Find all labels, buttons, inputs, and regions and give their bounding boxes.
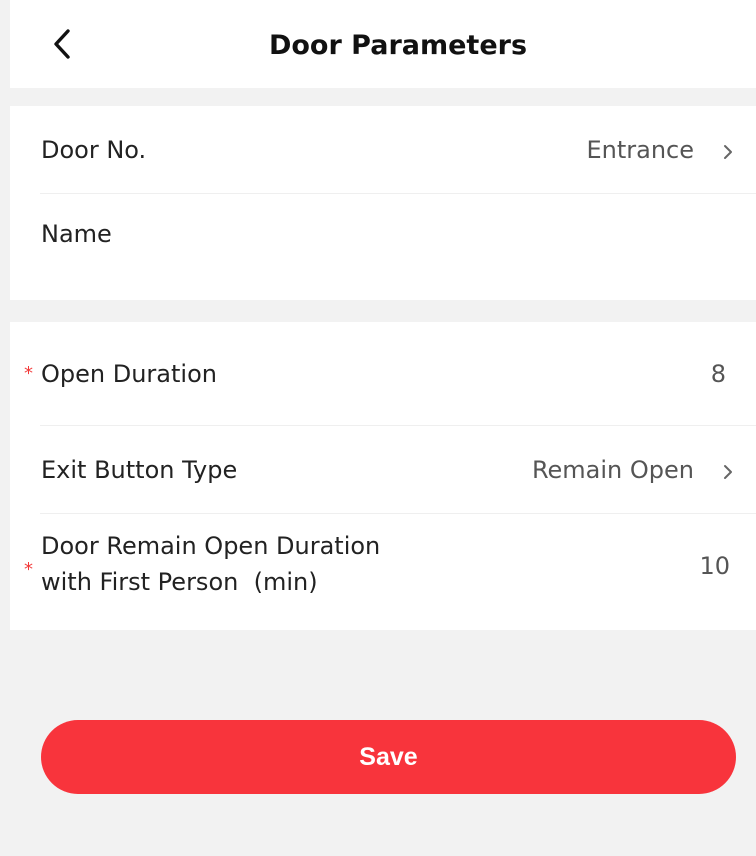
open-duration-value[interactable]: 8 xyxy=(711,360,726,388)
door-info-section: Door No. Entrance Name xyxy=(10,106,756,300)
door-no-value: Entrance xyxy=(586,136,694,164)
door-no-label: Door No. xyxy=(41,136,147,164)
page: Door Parameters Door No. Entrance Name *… xyxy=(10,0,756,856)
first-person-duration-label-line2: with First Person (min) xyxy=(41,568,318,596)
door-no-row[interactable]: Door No. Entrance xyxy=(10,106,756,194)
door-settings-section: * Open Duration 8 Exit Button Type Remai… xyxy=(10,322,756,630)
name-label: Name xyxy=(41,220,112,248)
save-button[interactable]: Save xyxy=(41,720,736,794)
first-person-duration-label-line1: Door Remain Open Duration xyxy=(41,532,381,560)
required-marker: * xyxy=(24,559,33,580)
exit-button-type-value: Remain Open xyxy=(531,456,694,484)
open-duration-row[interactable]: * Open Duration 8 xyxy=(10,322,756,426)
first-person-duration-value[interactable]: 10 xyxy=(699,552,730,580)
chevron-right-icon xyxy=(724,145,732,159)
chevron-right-icon xyxy=(724,465,732,479)
name-row[interactable]: Name xyxy=(10,194,756,300)
exit-button-type-label: Exit Button Type xyxy=(41,456,238,484)
page-title: Door Parameters xyxy=(268,30,528,61)
required-marker: * xyxy=(24,363,33,384)
exit-button-type-row[interactable]: Exit Button Type Remain Open xyxy=(10,426,756,514)
open-duration-label: Open Duration xyxy=(41,360,217,388)
first-person-duration-row[interactable]: * Door Remain Open Duration with First P… xyxy=(10,514,756,630)
header-bar: Door Parameters xyxy=(10,0,756,88)
